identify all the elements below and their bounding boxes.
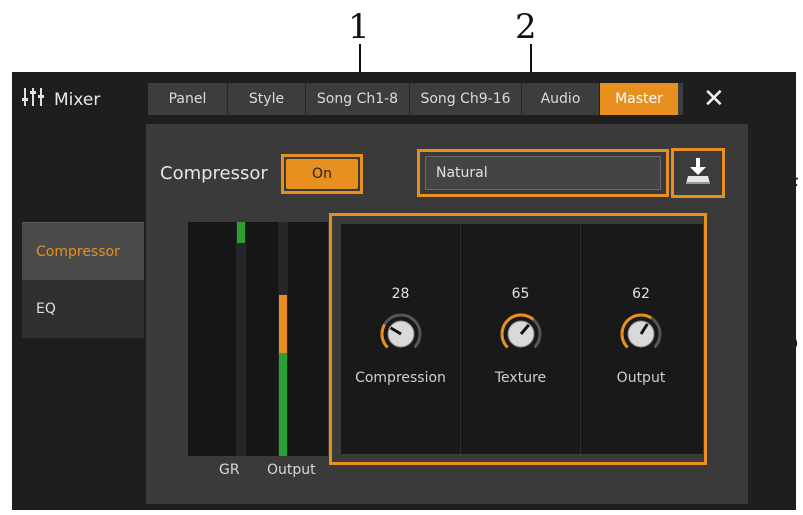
mixer-title-label: Mixer bbox=[54, 89, 101, 110]
output-meter-orange-fill bbox=[279, 294, 287, 354]
sidebar-item-eq[interactable]: EQ bbox=[22, 280, 144, 338]
gr-meter bbox=[236, 222, 246, 456]
highlight-save bbox=[671, 148, 725, 198]
tab-panel[interactable]: Panel bbox=[148, 83, 228, 115]
knob-texture[interactable]: 65 Texture bbox=[461, 224, 581, 454]
gr-label: GR bbox=[219, 462, 240, 478]
sidebar-item-compressor[interactable]: Compressor bbox=[22, 222, 144, 280]
compressor-label: Compressor bbox=[160, 163, 268, 184]
output-meter-label: Output bbox=[267, 462, 316, 478]
knob-compression[interactable]: 28 Compression bbox=[341, 224, 461, 454]
tab-audio[interactable]: Audio bbox=[522, 83, 600, 115]
knob-label: Output bbox=[616, 370, 666, 386]
gr-meter-fill bbox=[237, 222, 245, 244]
highlight-preset bbox=[417, 149, 669, 197]
callout-1: 1 bbox=[348, 7, 370, 47]
callout-2: 2 bbox=[515, 7, 537, 47]
knob-panel: 28 Compression 65 Texture 62 Output bbox=[341, 224, 703, 454]
sidebar: Compressor EQ bbox=[22, 222, 144, 338]
knob-dial-icon[interactable] bbox=[379, 312, 423, 356]
meter-area bbox=[188, 222, 328, 456]
knob-dial-icon[interactable] bbox=[619, 312, 663, 356]
knob-label: Texture bbox=[494, 370, 547, 386]
tab-song-ch1-8[interactable]: Song Ch1-8 bbox=[306, 83, 410, 115]
knob-dial-icon[interactable] bbox=[499, 312, 543, 356]
output-meter bbox=[278, 222, 288, 456]
highlight-toggle bbox=[281, 154, 363, 194]
knob-value: 65 bbox=[511, 286, 530, 302]
tab-master[interactable]: Master bbox=[600, 83, 678, 115]
knob-value: 28 bbox=[391, 286, 410, 302]
knob-output[interactable]: 62 Output bbox=[581, 224, 701, 454]
output-meter-green-fill bbox=[279, 353, 287, 456]
mixer-sliders-icon bbox=[22, 87, 44, 112]
close-icon[interactable]: ✕ bbox=[703, 84, 725, 114]
tab-bar: Panel Style Song Ch1-8 Song Ch9-16 Audio… bbox=[148, 83, 683, 115]
knob-value-arc bbox=[380, 323, 389, 349]
knob-value: 62 bbox=[632, 286, 650, 302]
mixer-title: Mixer bbox=[22, 87, 100, 112]
tab-song-ch9-16[interactable]: Song Ch9-16 bbox=[410, 83, 522, 115]
tab-style[interactable]: Style bbox=[228, 83, 306, 115]
knob-label: Compression bbox=[355, 370, 446, 386]
